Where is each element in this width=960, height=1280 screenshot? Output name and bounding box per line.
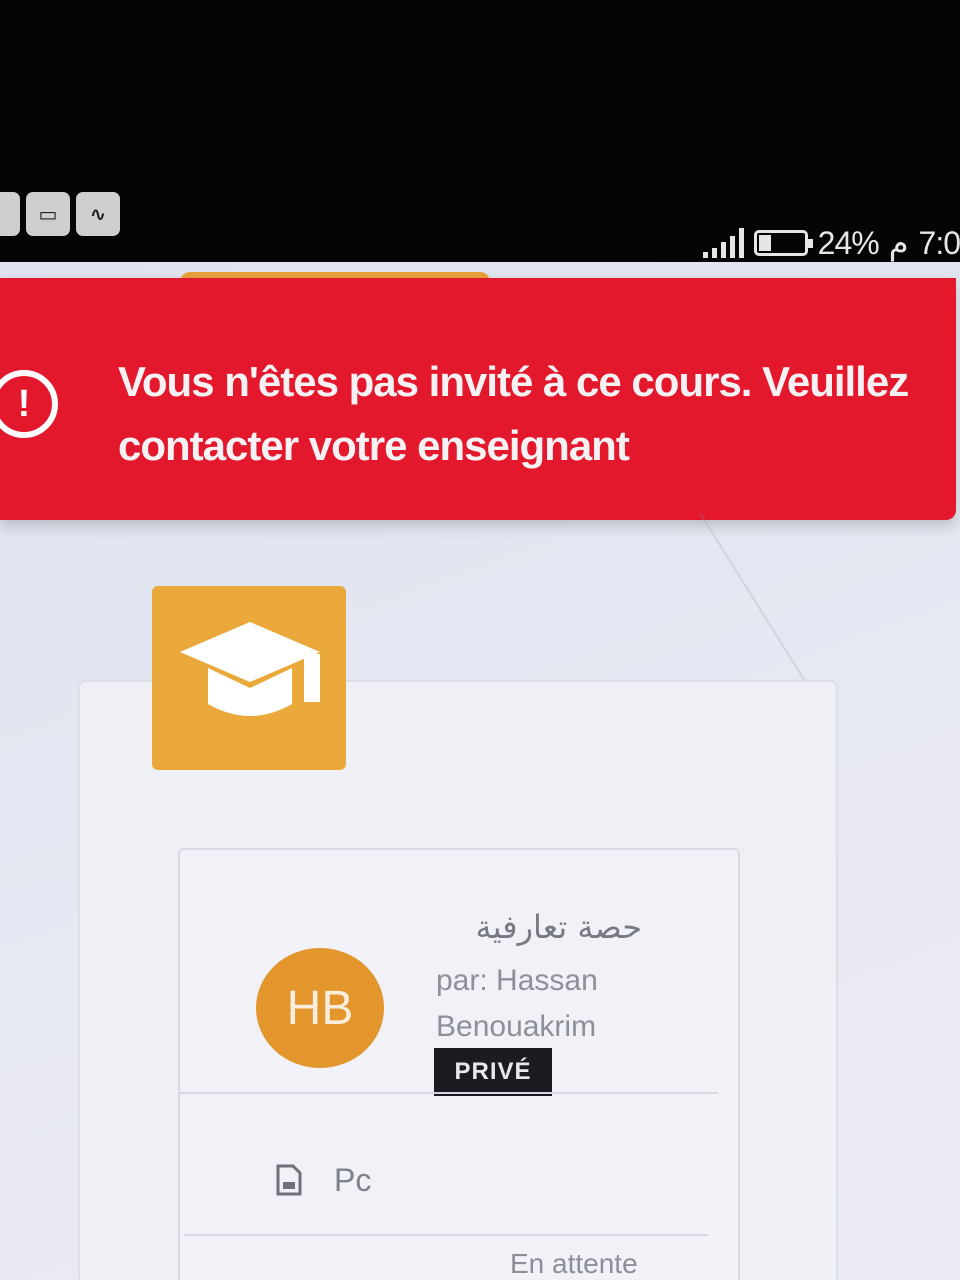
card-divider [180, 1092, 718, 1094]
app-screen: ! Vous n'êtes pas invité à ce cours. Veu… [0, 262, 960, 1280]
course-logo [152, 586, 346, 770]
keyboard-icon: ▭ [26, 192, 70, 236]
content-item-label[interactable]: Pc [334, 1162, 371, 1199]
signal-icon [702, 228, 744, 258]
error-message: Vous n'êtes pas invité à ce cours. Veuil… [118, 358, 909, 469]
status-bar: ▭ ∿ 24% م 7:0 [0, 178, 960, 261]
clock: 7:0 [918, 224, 960, 261]
battery-percentage: 24% [817, 224, 880, 261]
notification-icons: ▭ ∿ [0, 192, 120, 236]
card-divider [184, 1234, 708, 1236]
document-icon [276, 1164, 302, 1196]
image-icon [0, 192, 20, 236]
avatar: HB [256, 948, 384, 1068]
error-banner: ! Vous n'êtes pas invité à ce cours. Veu… [0, 278, 956, 520]
graduation-cap-icon [180, 622, 320, 716]
course-author: par: Hassan Benouakrim [436, 964, 598, 1043]
system-indicators: 24% م 7:0 [702, 224, 960, 262]
battery-icon [753, 230, 813, 256]
privacy-badge: PRIVÉ [434, 1048, 552, 1096]
ampm-indicator: م [888, 225, 910, 261]
activity-icon: ∿ [76, 192, 120, 236]
status-label: En attente [510, 1248, 638, 1279]
course-title[interactable]: حصة تعارفية [432, 908, 642, 946]
alert-icon: ! [0, 370, 58, 438]
